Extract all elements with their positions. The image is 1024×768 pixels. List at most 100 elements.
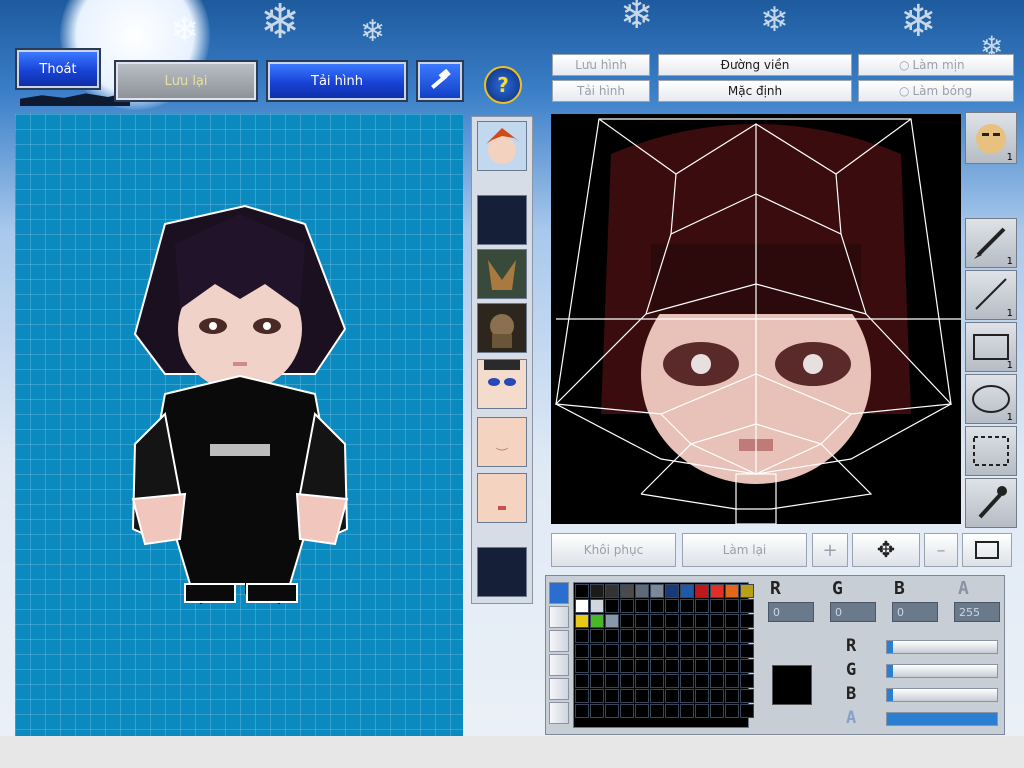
palette-cell[interactable] — [725, 629, 739, 643]
palette-cell[interactable] — [725, 599, 739, 613]
palette-cell[interactable] — [710, 614, 724, 628]
palette-cell[interactable] — [665, 584, 679, 598]
character-preview-canvas[interactable] — [15, 114, 463, 736]
default-button[interactable]: Mặc định — [658, 80, 852, 102]
brush-tool-button[interactable]: 1 — [965, 218, 1017, 268]
palette-cell[interactable] — [605, 644, 619, 658]
palette-cell[interactable] — [650, 629, 664, 643]
r-slider[interactable] — [886, 640, 998, 654]
palette-cell[interactable] — [695, 599, 709, 613]
palette-cell[interactable] — [725, 614, 739, 628]
save-button[interactable]: Lưu lại — [114, 60, 258, 102]
window-button[interactable] — [962, 533, 1012, 567]
palette-cell[interactable] — [590, 629, 604, 643]
palette-cell[interactable] — [725, 689, 739, 703]
palette-cell[interactable] — [695, 659, 709, 673]
palette-cell[interactable] — [605, 674, 619, 688]
palette-cell[interactable] — [590, 689, 604, 703]
select-tool-button[interactable] — [965, 426, 1017, 476]
zoom-out-button[interactable]: – — [924, 533, 958, 567]
palette-cell[interactable] — [575, 584, 589, 598]
palette-cell[interactable] — [590, 584, 604, 598]
palette-cell[interactable] — [620, 674, 634, 688]
ellipse-tool-button[interactable]: 1 — [965, 374, 1017, 424]
palette-cell[interactable] — [605, 599, 619, 613]
palette-cell[interactable] — [695, 629, 709, 643]
a-slider[interactable] — [886, 712, 998, 726]
palette-cell[interactable] — [575, 644, 589, 658]
palette-cell[interactable] — [620, 599, 634, 613]
palette-cell[interactable] — [575, 674, 589, 688]
palette-cell[interactable] — [590, 644, 604, 658]
palette-cell[interactable] — [725, 704, 739, 718]
palette-cell[interactable] — [635, 674, 649, 688]
palette-cell[interactable] — [740, 614, 754, 628]
face-tool-button[interactable]: 1 — [965, 112, 1017, 164]
palette-cell[interactable] — [635, 659, 649, 673]
eyedropper-tool-button[interactable] — [965, 478, 1017, 528]
palette-cell[interactable] — [620, 614, 634, 628]
palette-tab-5[interactable] — [549, 678, 569, 700]
palette-cell[interactable] — [635, 599, 649, 613]
palette-cell[interactable] — [665, 614, 679, 628]
palette-cell[interactable] — [710, 689, 724, 703]
armor-part-thumb[interactable] — [477, 303, 527, 353]
reload-button[interactable]: Tải hình — [266, 60, 408, 102]
palette-cell[interactable] — [680, 614, 694, 628]
palette-cell[interactable] — [650, 644, 664, 658]
b-slider[interactable] — [886, 688, 998, 702]
redo-button[interactable]: Làm lại — [682, 533, 807, 567]
palette-cell[interactable] — [710, 629, 724, 643]
palette-cell[interactable] — [620, 689, 634, 703]
palette-cell[interactable] — [740, 584, 754, 598]
palette-cell[interactable] — [665, 689, 679, 703]
b-value-field[interactable]: 0 — [892, 602, 938, 622]
palette-cell[interactable] — [740, 689, 754, 703]
palette-cell[interactable] — [710, 599, 724, 613]
palette-cell[interactable] — [740, 659, 754, 673]
palette-cell[interactable] — [710, 644, 724, 658]
palette-cell[interactable] — [575, 629, 589, 643]
palette-cell[interactable] — [665, 659, 679, 673]
palette-cell[interactable] — [650, 614, 664, 628]
palette-cell[interactable] — [680, 689, 694, 703]
palette-cell[interactable] — [605, 584, 619, 598]
palette-cell[interactable] — [620, 704, 634, 718]
shadow-option[interactable]: ○ Làm bóng — [858, 80, 1014, 102]
empty-part-thumb[interactable] — [477, 547, 527, 597]
palette-cell[interactable] — [680, 629, 694, 643]
line-tool-button[interactable]: 1 — [965, 270, 1017, 320]
palette-cell[interactable] — [695, 704, 709, 718]
palette-cell[interactable] — [695, 689, 709, 703]
palette-cell[interactable] — [740, 644, 754, 658]
palette-cell[interactable] — [605, 689, 619, 703]
restore-button[interactable]: Khôi phục — [551, 533, 676, 567]
help-button[interactable]: ? — [484, 66, 522, 104]
palette-cell[interactable] — [635, 689, 649, 703]
palette-cell[interactable] — [575, 659, 589, 673]
palette-cell[interactable] — [650, 704, 664, 718]
load-image-button[interactable]: Tải hình — [552, 80, 650, 102]
outline-button[interactable]: Đường viền — [658, 54, 852, 76]
save-image-button[interactable]: Lưu hình — [552, 54, 650, 76]
r-value-field[interactable]: 0 — [768, 602, 814, 622]
palette-cell[interactable] — [695, 644, 709, 658]
palette-cell[interactable] — [710, 674, 724, 688]
a-value-field[interactable]: 255 — [954, 602, 1000, 622]
palette-cell[interactable] — [635, 584, 649, 598]
palette-cell[interactable] — [650, 659, 664, 673]
palette-tab-1[interactable] — [549, 582, 569, 604]
palette-cell[interactable] — [635, 614, 649, 628]
texture-editor-canvas[interactable] — [551, 114, 961, 524]
palette-cell[interactable] — [635, 629, 649, 643]
palette-cell[interactable] — [575, 614, 589, 628]
palette-cell[interactable] — [665, 704, 679, 718]
color-palette-grid[interactable] — [573, 582, 754, 728]
palette-cell[interactable] — [725, 584, 739, 598]
palette-cell[interactable] — [665, 674, 679, 688]
palette-cell[interactable] — [695, 614, 709, 628]
palette-cell[interactable] — [605, 704, 619, 718]
palette-cell[interactable] — [695, 674, 709, 688]
palette-cell[interactable] — [635, 644, 649, 658]
palette-cell[interactable] — [650, 584, 664, 598]
